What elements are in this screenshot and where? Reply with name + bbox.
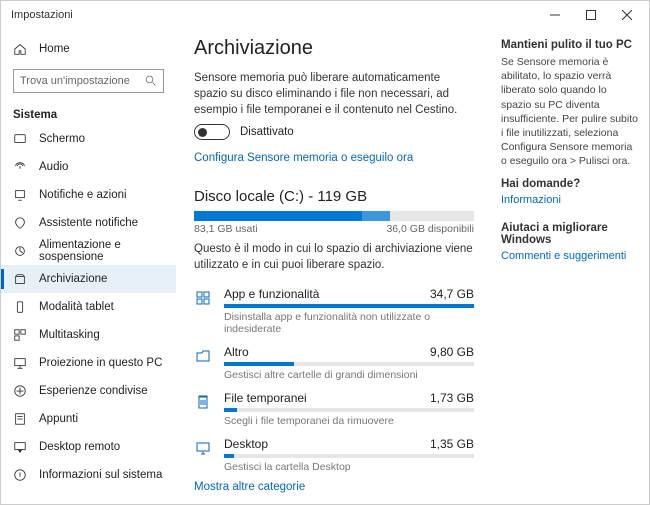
- category-hint: Scegli i file temporanei da rimuovere: [224, 415, 474, 427]
- info-link[interactable]: Informazioni: [501, 194, 639, 206]
- category-size: 9,80 GB: [430, 345, 474, 359]
- sidebar-item-desktop-remoto[interactable]: Desktop remoto: [1, 433, 176, 461]
- storage-sense-toggle[interactable]: [194, 124, 230, 140]
- disk-free: 36,0 GB disponibili: [386, 223, 474, 235]
- category-size: 1,73 GB: [430, 391, 474, 405]
- category-bar: [224, 408, 474, 412]
- improve-heading: Aiutaci a migliorare Windows: [501, 222, 639, 246]
- sidebar-item-modalità-tablet[interactable]: Modalità tablet: [1, 293, 176, 321]
- window-title: Impostazioni: [11, 9, 73, 21]
- disk-used: 83,1 GB usati: [194, 223, 258, 235]
- page-title: Archiviazione: [194, 37, 483, 60]
- category-hint: Disinstalla app e funzionalità non utili…: [224, 311, 474, 335]
- category-hint: Gestisci altre cartelle di grandi dimens…: [224, 369, 474, 381]
- storage-sense-desc: Sensore memoria può liberare automaticam…: [194, 70, 474, 118]
- storage-category[interactable]: File temporanei 1,73 GB Scegli i file temp…: [194, 383, 474, 429]
- category-bar: [224, 304, 474, 308]
- minimize-button[interactable]: [537, 1, 573, 29]
- nav-icon: [13, 300, 27, 314]
- nav-label: Schermo: [39, 133, 85, 145]
- clean-heading: Mantieni pulito il tuo PC: [501, 39, 639, 51]
- disk-fill-secondary: [362, 211, 390, 221]
- home-icon: [13, 42, 27, 56]
- sidebar-item-multitasking[interactable]: Multitasking: [1, 321, 176, 349]
- sidebar-item-esperienze-condivise[interactable]: Esperienze condivise: [1, 377, 176, 405]
- category-icon: [194, 289, 212, 307]
- nav-icon: [13, 188, 27, 202]
- disk-usage-bar: [194, 211, 474, 221]
- category-label: App e funzionalità: [224, 287, 319, 301]
- nav-label: Modalità tablet: [39, 301, 114, 313]
- nav-label: Appunti: [39, 413, 78, 425]
- sidebar-item-schermo[interactable]: Schermo: [1, 125, 176, 153]
- sidebar-item-alimentazione-e-sospensione[interactable]: Alimentazione e sospensione: [1, 237, 176, 265]
- feedback-link[interactable]: Commenti e suggerimenti: [501, 250, 639, 262]
- nav-icon: [13, 356, 27, 370]
- nav-label: Assistente notifiche: [39, 217, 138, 229]
- nav-label: Desktop remoto: [39, 441, 120, 453]
- category-size: 1,35 GB: [430, 437, 474, 451]
- nav-label: Archiviazione: [39, 273, 107, 285]
- disk-title: Disco locale (C:) - 119 GB: [194, 188, 483, 205]
- titlebar: Impostazioni: [1, 1, 649, 29]
- toggle-state-label: Disattivato: [240, 126, 294, 138]
- nav-label: Esperienze condivise: [39, 385, 148, 397]
- sidebar-item-appunti[interactable]: Appunti: [1, 405, 176, 433]
- close-button[interactable]: [609, 1, 645, 29]
- category-bar: [224, 362, 474, 366]
- nav-label: Proiezione in questo PC: [39, 357, 162, 369]
- nav-icon: [13, 384, 27, 398]
- storage-category[interactable]: Desktop 1,35 GB Gestisci la cartella Deskt…: [194, 429, 474, 475]
- nav-icon: [13, 328, 27, 342]
- disk-desc: Questo è il modo in cui lo spazio di arc…: [194, 241, 474, 273]
- search-input[interactable]: Trova un'impostazione: [13, 69, 164, 93]
- nav-label: Audio: [39, 161, 68, 173]
- nav-icon: [13, 244, 27, 258]
- nav-icon: [13, 272, 27, 286]
- category-hint: Gestisci la cartella Desktop: [224, 461, 474, 473]
- category-bar: [224, 454, 474, 458]
- category-size: 34,7 GB: [430, 287, 474, 301]
- nav-icon: [13, 412, 27, 426]
- nav-icon: [13, 160, 27, 174]
- storage-category[interactable]: App e funzionalità 34,7 GB Disinstalla app…: [194, 279, 474, 337]
- nav-icon: [13, 216, 27, 230]
- nav-icon: [13, 440, 27, 454]
- nav-icon: [13, 132, 27, 146]
- disk-fill-primary: [194, 211, 362, 221]
- maximize-button[interactable]: [573, 1, 609, 29]
- nav-label: Alimentazione e sospensione: [39, 239, 176, 263]
- category-label: Altro: [224, 345, 249, 359]
- sidebar-item-informazioni-sul-sistema[interactable]: Informazioni sul sistema: [1, 461, 176, 489]
- tips-panel: Mantieni pulito il tuo PC Se Sensore mem…: [501, 29, 649, 504]
- configure-link[interactable]: Configura Sensore memoria o eseguilo ora: [194, 152, 413, 164]
- search-placeholder: Trova un'impostazione: [20, 75, 145, 87]
- section-label: Sistema: [1, 101, 176, 125]
- content-area: Archiviazione Sensore memoria può libera…: [176, 29, 501, 504]
- home-label: Home: [39, 43, 70, 55]
- nav-label: Multitasking: [39, 329, 100, 341]
- storage-category[interactable]: Altro 9,80 GB Gestisci altre cartelle di g…: [194, 337, 474, 383]
- nav-label: Notifiche e azioni: [39, 189, 127, 201]
- questions-heading: Hai domande?: [501, 178, 639, 190]
- sidebar-item-assistente-notifiche[interactable]: Assistente notifiche: [1, 209, 176, 237]
- sidebar-item-proiezione-in-questo-pc[interactable]: Proiezione in questo PC: [1, 349, 176, 377]
- nav-icon: [13, 468, 27, 482]
- category-icon: [194, 347, 212, 365]
- show-more-categories[interactable]: Mostra altre categorie: [194, 481, 305, 493]
- category-icon: [194, 393, 212, 411]
- category-icon: [194, 439, 212, 457]
- home-nav[interactable]: Home: [1, 35, 176, 63]
- category-label: File temporanei: [224, 391, 307, 405]
- sidebar-item-archiviazione[interactable]: Archiviazione: [1, 265, 176, 293]
- nav-label: Informazioni sul sistema: [39, 469, 162, 481]
- sidebar-item-audio[interactable]: Audio: [1, 153, 176, 181]
- search-icon: [145, 75, 157, 87]
- sidebar-item-notifiche-e-azioni[interactable]: Notifiche e azioni: [1, 181, 176, 209]
- sidebar: Home Trova un'impostazione Sistema Scher…: [1, 29, 176, 504]
- category-label: Desktop: [224, 437, 268, 451]
- clean-text: Se Sensore memoria è abilitato, lo spazi…: [501, 55, 639, 168]
